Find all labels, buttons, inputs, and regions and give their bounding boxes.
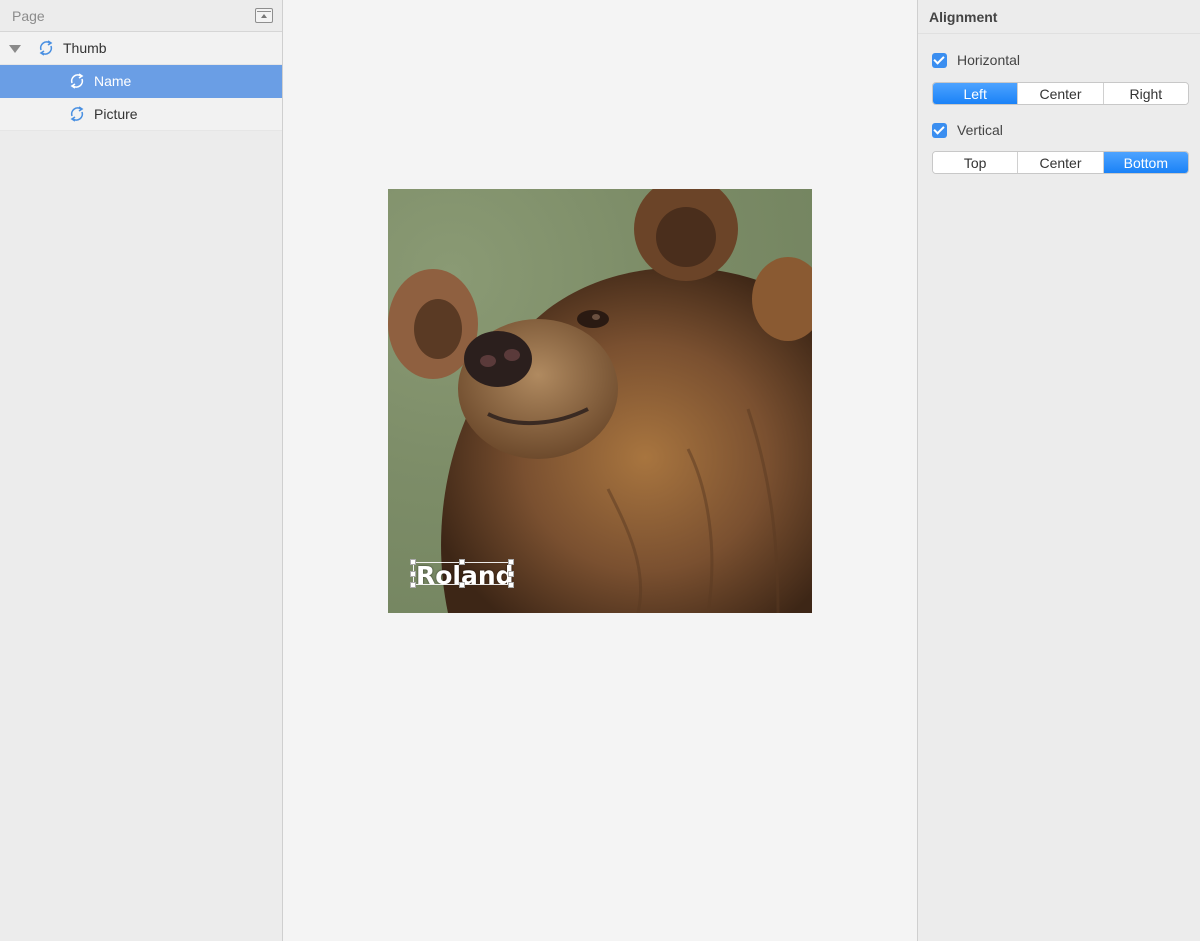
align-right-button[interactable]: Right — [1103, 83, 1188, 104]
layer-label: Thumb — [63, 40, 107, 56]
layer-label: Picture — [94, 106, 138, 122]
align-left-button[interactable]: Left — [933, 83, 1019, 104]
resize-handle[interactable] — [508, 571, 514, 577]
resize-handle[interactable] — [410, 559, 416, 565]
page-title: Page — [12, 7, 45, 24]
align-center-button[interactable]: Center — [1018, 83, 1104, 104]
layer-label: Name — [94, 73, 132, 89]
alignment-section-title: Alignment — [918, 0, 1200, 34]
layers-panel-header: Page — [0, 0, 282, 32]
resize-handle[interactable] — [459, 582, 465, 588]
inspector-panel: Alignment Horizontal Left Center Right V… — [917, 0, 1200, 941]
resize-handle[interactable] — [508, 582, 514, 588]
horizontal-checkbox-row[interactable]: Horizontal — [932, 52, 1020, 68]
layers-panel: Page Thumb Name Picture — [0, 0, 283, 941]
resize-handle[interactable] — [508, 559, 514, 565]
horizontal-label: Horizontal — [957, 52, 1021, 68]
canvas[interactable]: Roland — [284, 0, 916, 941]
align-middle-button[interactable]: Center — [1018, 152, 1104, 173]
layer-row-picture[interactable]: Picture — [0, 98, 282, 131]
horizontal-alignment-control[interactable]: Left Center Right — [932, 82, 1189, 105]
symbol-icon — [70, 106, 84, 122]
thumb-artboard[interactable]: Roland — [388, 189, 812, 613]
vertical-label: Vertical — [957, 122, 1003, 138]
symbol-icon — [39, 40, 53, 56]
vertical-checkbox-row[interactable]: Vertical — [932, 122, 1003, 138]
bear-picture[interactable] — [388, 189, 812, 613]
vertical-checkbox[interactable] — [932, 122, 947, 138]
collapse-panel-icon[interactable] — [255, 8, 273, 23]
symbol-icon — [70, 73, 84, 89]
disclosure-triangle-icon[interactable] — [9, 45, 21, 53]
resize-handle[interactable] — [410, 582, 416, 588]
vertical-alignment-control[interactable]: Top Center Bottom — [932, 151, 1189, 174]
layer-row-thumb[interactable]: Thumb — [0, 32, 282, 65]
resize-handle[interactable] — [410, 571, 416, 577]
horizontal-checkbox[interactable] — [932, 52, 947, 68]
align-top-button[interactable]: Top — [933, 152, 1019, 173]
layer-row-name[interactable]: Name — [0, 65, 282, 98]
resize-handle[interactable] — [459, 559, 465, 565]
align-bottom-button[interactable]: Bottom — [1103, 152, 1188, 173]
